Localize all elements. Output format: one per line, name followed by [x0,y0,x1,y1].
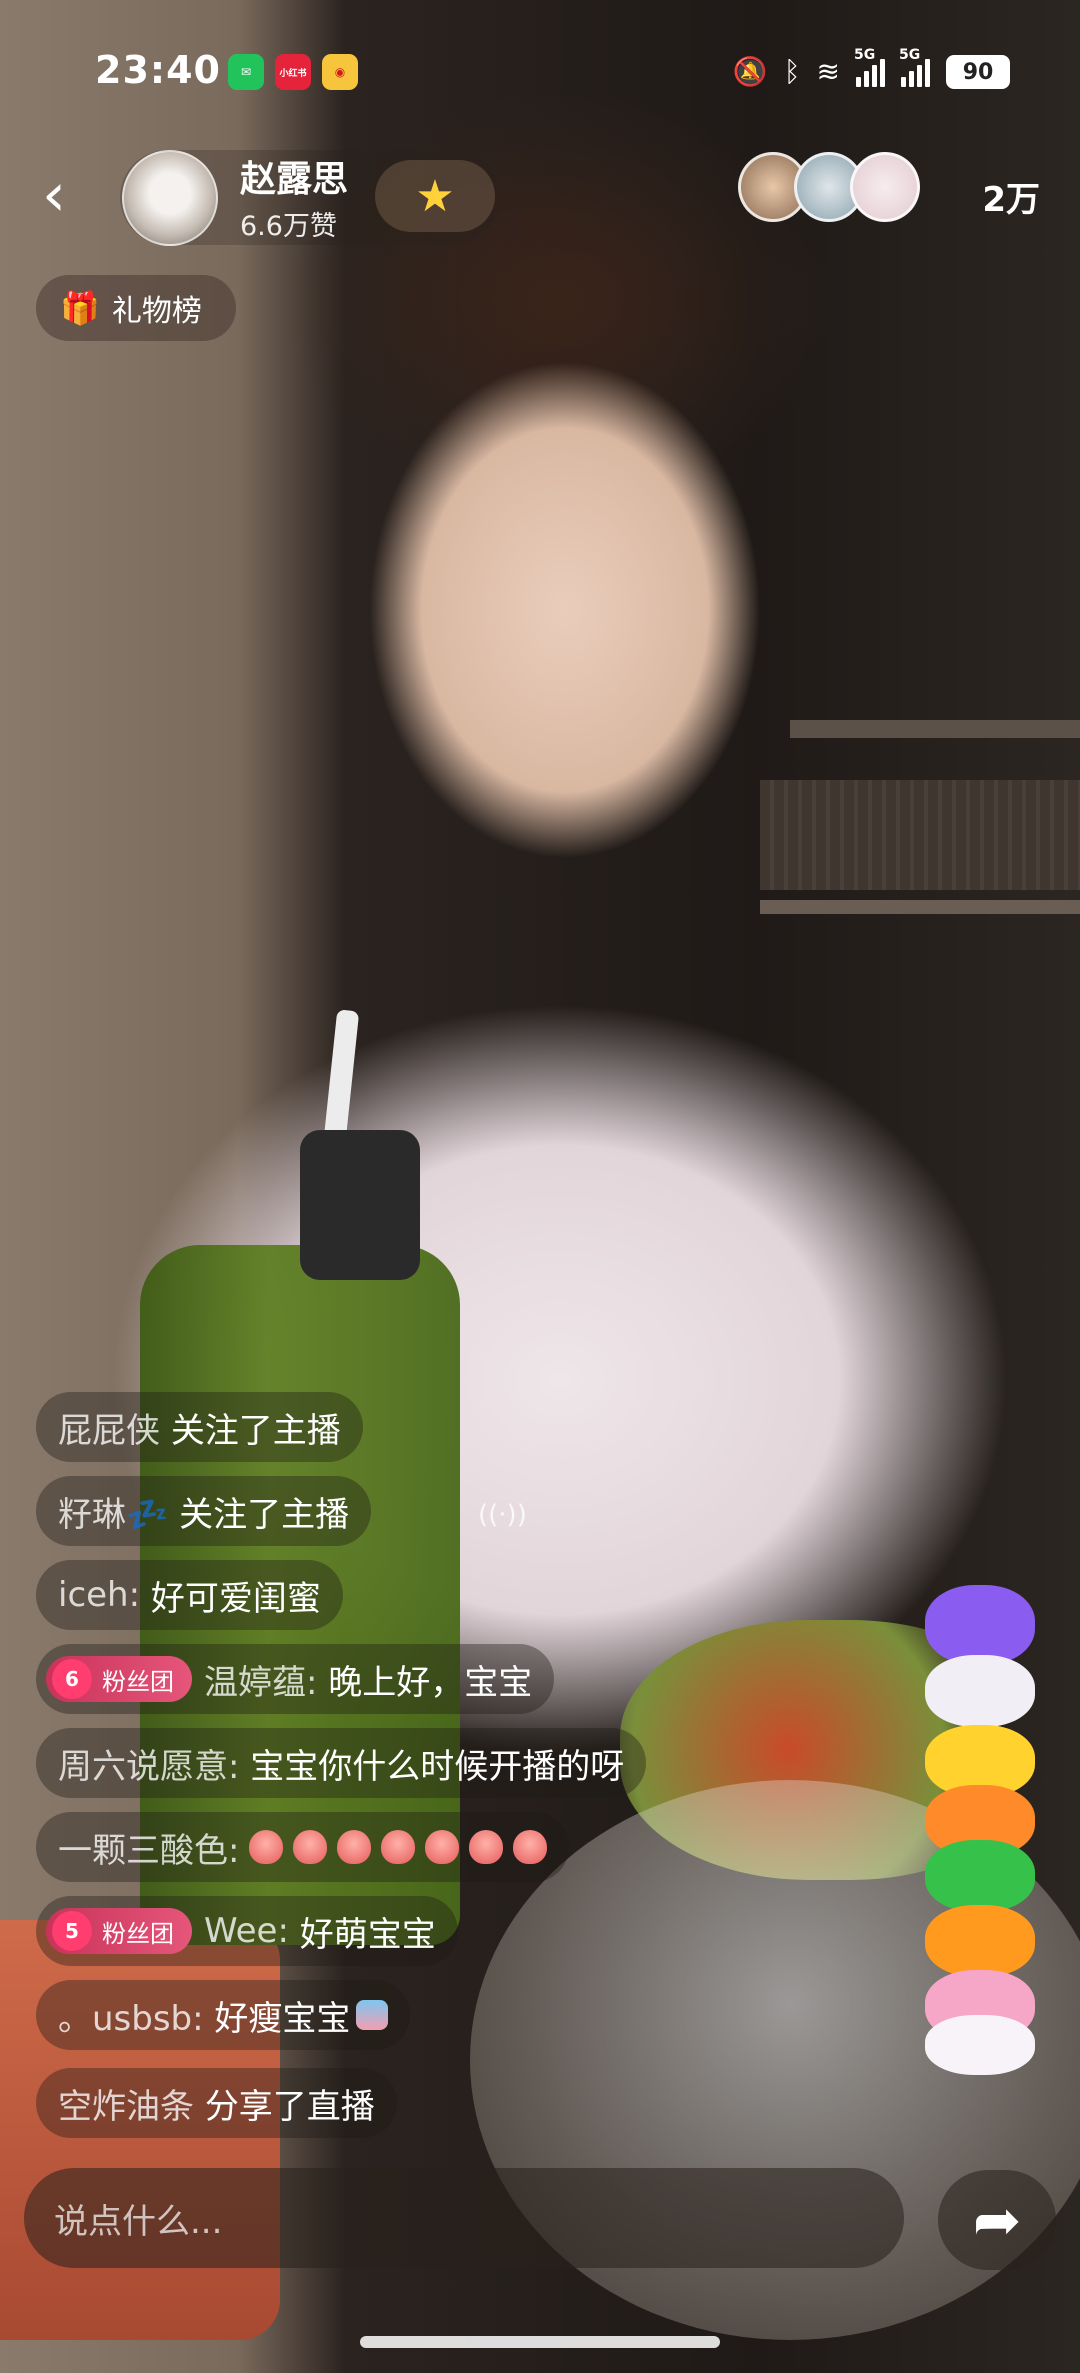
bluetooth-icon: ᛒ [783,55,801,88]
share-arrow-icon[interactable]: ➦ [938,2170,1056,2270]
chat-message: 籽琳💤 关注了主播 [36,1476,372,1546]
chat-nick: 。usbsb: [58,1998,204,2039]
comment-input[interactable]: 说点什么... [24,2168,904,2268]
chat-nick: 温婷蕴: [204,1662,318,1703]
peach-emoji-icon [249,1830,284,1864]
bath-emoji-icon [356,2000,389,2030]
chat-nick: 周六说愿意: [58,1746,240,1787]
wifi-icon: ≋ [816,55,840,88]
gift-list-button[interactable]: 🎁 礼物榜 [36,275,236,341]
viewer-count[interactable]: 2万 [982,172,1040,221]
background-shelf [790,720,1080,738]
chat-text: 关注了主播 [170,1410,341,1451]
peach-emoji-icon [381,1830,416,1864]
chat-nick: 空炸油条 [58,2086,194,2127]
chat-message: 屁屁侠 关注了主播 [36,1392,363,1462]
chat-nick: Wee: [204,1911,289,1951]
mute-bell-icon: 🔕 [732,55,768,88]
cellular-signal-icon: 5G [854,47,885,87]
microphone-clip [300,1130,420,1280]
peach-emoji-icon [293,1830,328,1864]
background-shelf [760,780,1080,890]
chat-nick: 一颗三酸色: [58,1830,240,1871]
green-frog-sticker [925,1840,1035,1912]
chat-text: 晚上好，宝宝 [328,1662,533,1703]
back-chevron-icon[interactable]: ‹ [42,165,92,229]
chat-text: 关注了主播 [179,1494,350,1535]
system-icons: 🔕 ᛒ ≋ 5G 5G 90 [732,47,1010,94]
peach-emoji-icon [425,1830,460,1864]
sound-wave-icon: ((·)) [478,1500,527,1530]
chat-message: 6 粉丝团 温婷蕴: 晚上好，宝宝 [36,1644,555,1714]
peach-emoji-icon [337,1830,372,1864]
gift-sticker-stack[interactable] [925,1585,1040,2075]
heart-level-icon: 6 [52,1659,92,1699]
weibo-icon: ◉ [322,54,358,90]
white-bunny-sticker [925,1655,1035,1727]
host-likes: 6.6万赞 [240,211,337,242]
viewer-avatars[interactable] [738,152,920,222]
heart-level-icon: 5 [52,1911,92,1951]
fan-club-label: 粉丝团 [102,1919,174,1948]
host-name: 赵露思 [240,159,349,200]
chat-message: 空炸油条 分享了直播 [36,2068,397,2138]
fan-club-label: 粉丝团 [102,1667,174,1696]
fan-club-badge[interactable]: 5 粉丝团 [46,1908,192,1954]
wechat-icon: ✉ [228,54,264,90]
cellular-signal-icon: 5G [899,47,930,87]
chat-text: 好可爱闺蜜 [150,1578,321,1619]
sunglasses-sticker [925,1905,1035,1977]
host-avatar[interactable] [122,150,218,246]
fan-club-badge[interactable]: 6 粉丝团 [46,1656,192,1702]
chat-message: 一颗三酸色: [36,1812,570,1882]
viewer-avatar[interactable] [850,152,920,222]
chat-text: 好瘦宝宝 [214,1998,351,2039]
chat-message: iceh: 好可爱闺蜜 [36,1560,343,1630]
gift-icon: 🎁 [60,289,100,327]
chat-nick: 屁屁侠 [58,1410,160,1451]
chat-message: 。usbsb: 好瘦宝宝 [36,1980,411,2050]
battery-icon: 90 [946,55,1010,89]
chat-text: 分享了直播 [204,2086,375,2127]
status-bar: 23:40 ✉ 小红书 ◉ 🔕 ᛒ ≋ 5G 5G 90 [0,40,1080,104]
xiaohongshu-icon: 小红书 [275,54,311,90]
chat-nick: 籽琳💤 [58,1494,169,1535]
white-sticker [925,2015,1035,2075]
chat-text: 宝宝你什么时候开播的呀 [250,1746,625,1787]
home-indicator[interactable] [360,2336,720,2348]
purple-monster-sticker [925,1585,1035,1665]
background-shelf [760,900,1080,914]
peach-emoji-icon [513,1830,548,1864]
clock: 23:40 [95,48,221,92]
gift-list-label: 礼物榜 [111,294,202,329]
chat-message: 5 粉丝团 Wee: 好萌宝宝 [36,1896,458,1966]
chat-text: 好萌宝宝 [299,1914,436,1955]
peach-emoji-icon [469,1830,504,1864]
chat-message: 周六说愿意: 宝宝你什么时候开播的呀 [36,1728,647,1798]
star-badge-icon[interactable]: ★ [375,160,495,232]
chat-nick: iceh: [58,1575,141,1615]
